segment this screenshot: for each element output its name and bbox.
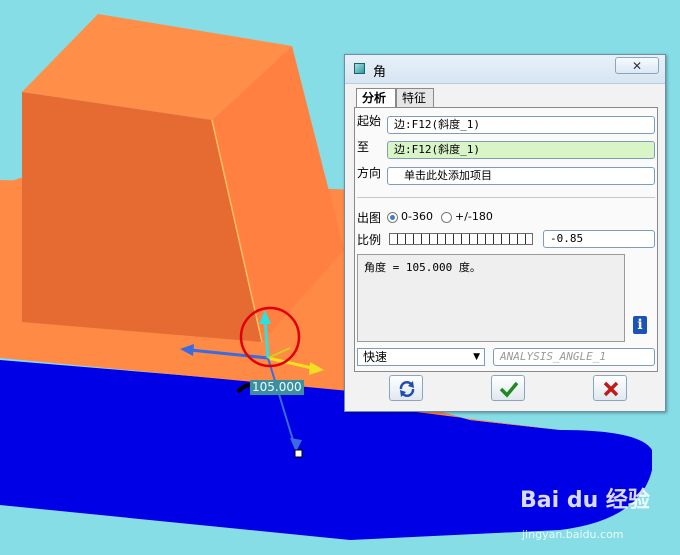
tab-analysis[interactable]: 分析	[356, 88, 396, 109]
refresh-icon	[399, 381, 415, 397]
close-icon	[603, 381, 619, 397]
to-label: 至	[357, 140, 370, 154]
app-icon	[354, 63, 365, 74]
direction-field[interactable]: 单击此处添加项目	[387, 167, 655, 185]
radio-0-360[interactable]	[387, 212, 398, 223]
chevron-down-icon: ▼	[473, 352, 480, 362]
direction-label: 方向	[357, 166, 382, 180]
start-reference-field[interactable]: 边:F12(斜度_1)	[387, 116, 655, 134]
output-label: 出图	[357, 211, 382, 225]
analysis-name-field[interactable]: ANALYSIS_ANGLE_1	[493, 348, 655, 366]
angle-analysis-dialog: 角 ✕ 分析 特征 起始 边:F12(斜度_1) 至 边:F12(斜度_1) 方…	[344, 54, 666, 412]
radio-0-360-label: 0-360	[401, 210, 433, 223]
result-text-area: 角度 = 105.000 度。	[357, 254, 625, 342]
analysis-panel: 起始 边:F12(斜度_1) 至 边:F12(斜度_1) 方向 单击此处添加项目…	[354, 107, 658, 372]
dialog-titlebar[interactable]: 角 ✕	[345, 55, 665, 84]
angle-dimension-label: 105.000	[250, 380, 304, 395]
watermark-logo: Bai du 经验	[520, 488, 650, 513]
scale-value-field[interactable]: -0.85	[543, 230, 655, 248]
start-label: 起始	[357, 114, 382, 128]
radio-plusminus-180[interactable]	[441, 212, 452, 223]
scale-label: 比例	[357, 233, 382, 247]
dialog-title: 角	[373, 65, 387, 80]
watermark-url: jingyan.baidu.com	[522, 528, 624, 541]
mode-dropdown[interactable]: 快速 ▼	[357, 348, 485, 366]
refresh-button[interactable]	[389, 375, 423, 401]
info-icon[interactable]: i	[633, 316, 647, 334]
ok-button[interactable]	[491, 375, 525, 401]
scale-slider[interactable]	[389, 233, 533, 245]
close-button[interactable]: ✕	[615, 57, 659, 74]
check-icon	[499, 381, 519, 398]
cancel-button[interactable]	[593, 375, 627, 401]
divider	[357, 197, 655, 198]
handle-square[interactable]	[294, 449, 303, 458]
tab-feature[interactable]: 特征	[396, 88, 434, 108]
radio-plusminus-180-label: +/-180	[455, 210, 493, 223]
mode-dropdown-value: 快速	[363, 350, 388, 364]
to-reference-field[interactable]: 边:F12(斜度_1)	[387, 141, 655, 159]
